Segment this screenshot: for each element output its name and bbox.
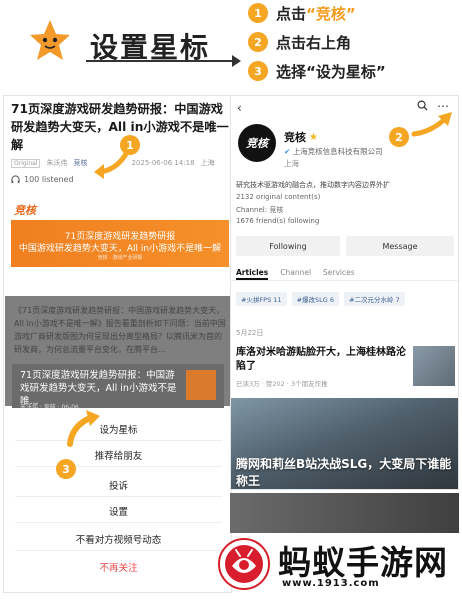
game-post-caption[interactable]: 腾网和莉丝B站决战SLG，大变局下谁能称王 [236, 456, 458, 489]
profile-tabs: Articles Channel Services [236, 268, 355, 280]
tab-articles[interactable]: Articles [236, 268, 269, 280]
title-underline [86, 60, 236, 62]
step-prefix: 选择 [276, 62, 307, 81]
account-description: 研究技术驱游戏的融合点，推动数字内容边界外扩 [236, 181, 390, 189]
step-3: 3 选择“设为星标” [248, 60, 386, 82]
menu-recommend[interactable]: 推荐给朋友 [5, 448, 231, 462]
banner-line-2: 中国游戏研发趋势大变天，All in小游戏不是唯一解 [18, 244, 222, 254]
step-badge-3: 3 [56, 459, 76, 479]
menu-hide-channel[interactable]: 不看对方视频号动态 [5, 532, 231, 546]
step-number: 1 [248, 3, 268, 23]
menu-divider [15, 550, 222, 551]
share-card: 71页深度游戏研发趋势研报：中国游戏研发趋势大变天，All in小游戏不是唯..… [12, 364, 224, 411]
post-date: 5月22日 [236, 329, 264, 337]
star-icon: ★ [309, 131, 318, 143]
post-title[interactable]: 库洛对米哈游贴脸开大，上海桂林路沦陷了 [236, 346, 406, 374]
author-name: 朱沃伟 [46, 159, 68, 167]
original-tag: Original [11, 158, 41, 168]
menu-divider [15, 440, 222, 441]
brand-logo: 竞核 [14, 204, 36, 217]
step-prefix: 点击右上角 [276, 33, 352, 52]
title-arrow-icon [232, 55, 241, 67]
account-link[interactable]: 竞核 [73, 158, 87, 168]
account-org: ✔ 上海竞核信息科技有限公司 [284, 146, 383, 157]
menu-unfollow[interactable]: 不再关注 [5, 560, 231, 574]
step-prefix: 点击 [276, 4, 307, 23]
listen-count: 100 listened [24, 175, 74, 184]
publish-location: 上海 [200, 159, 215, 167]
step-2: 2 点击右上角 [248, 31, 351, 53]
tab-channel[interactable]: Channel [280, 268, 311, 280]
back-arrow-icon[interactable]: ‹ [237, 101, 242, 115]
site-watermark: 蚂蚁手游网 www.1913.com [218, 532, 462, 598]
org-name: 上海竞核信息科技有限公司 [292, 147, 383, 156]
step-badge-2: 2 [389, 127, 409, 147]
menu-report[interactable]: 投诉 [5, 478, 231, 492]
profile-screenshot: ‹ ⋯ 竞核 竞核 ★ ✔ 上海竞核信息科技有限公司 上海 研究技术驱游戏的融合… [230, 95, 459, 490]
post-thumbnail[interactable] [413, 346, 455, 386]
menu-set-star[interactable]: 设为星标 [5, 422, 231, 436]
watermark-text: 蚂蚁手游网 [278, 543, 448, 582]
watermark-url: www.1913.com [282, 578, 380, 589]
pointer-arrow-icon [94, 151, 129, 179]
step-highlight: “竞核” [306, 4, 356, 23]
topic-chip[interactable]: #爆改SLG 6 [291, 292, 340, 306]
ant-logo-icon [218, 538, 270, 590]
stat-friends[interactable]: 1676 friend(s) following [236, 217, 319, 225]
pointer-arrow-icon [67, 410, 100, 447]
action-sheet: 设为星标 推荐给朋友 投诉 设置 不看对方视频号动态 不再关注 [5, 408, 231, 592]
avatar: 竞核 [238, 124, 276, 162]
step-1: 1 点击“竞核” [248, 2, 356, 24]
menu-divider [15, 466, 222, 467]
step-suffix: “设为星标” [306, 62, 386, 81]
post-image-2[interactable] [230, 493, 459, 533]
headphones-icon [11, 175, 20, 184]
tab-services[interactable]: Services [323, 268, 355, 280]
verified-icon: ✔ [284, 147, 291, 156]
banner-line-3: 竞核 · 游戏产业研报 [97, 255, 143, 261]
step-number: 3 [248, 61, 268, 81]
star-mascot-icon [30, 20, 70, 60]
account-name-row: 竞核 ★ [284, 129, 318, 145]
listen-row[interactable]: 100 listened [11, 175, 74, 184]
step-number: 2 [248, 32, 268, 52]
report-banner: 71页深度游戏研发趋势研报 中国游戏研发趋势大变天，All in小游戏不是唯一解… [11, 220, 229, 267]
topic-chip[interactable]: #火拼FPS 11 [236, 292, 287, 306]
publish-date: 2025-06-06 14:18 [131, 159, 195, 167]
post-meta: 已读3万 · 赞202 · 3个朋友作推 [236, 380, 328, 388]
tabs-divider [231, 280, 458, 281]
pointer-arrow-icon [411, 112, 452, 137]
account-location: 上海 [284, 159, 299, 168]
stat-original: 2132 original content(s) [236, 193, 321, 201]
menu-divider [15, 522, 222, 523]
message-button[interactable]: Message [346, 236, 454, 256]
share-card-thumbnail [186, 370, 216, 400]
topic-chip[interactable]: #二次元分水岭 7 [344, 292, 405, 306]
stat-channel[interactable]: Channel: 竞核 [236, 205, 283, 215]
topic-chips: #火拼FPS 11 #爆改SLG 6 #二次元分水岭 7 [236, 292, 405, 306]
account-name: 竞核 [284, 131, 306, 144]
menu-settings[interactable]: 设置 [5, 504, 231, 518]
following-button[interactable]: Following [236, 236, 340, 256]
menu-divider [15, 496, 222, 497]
